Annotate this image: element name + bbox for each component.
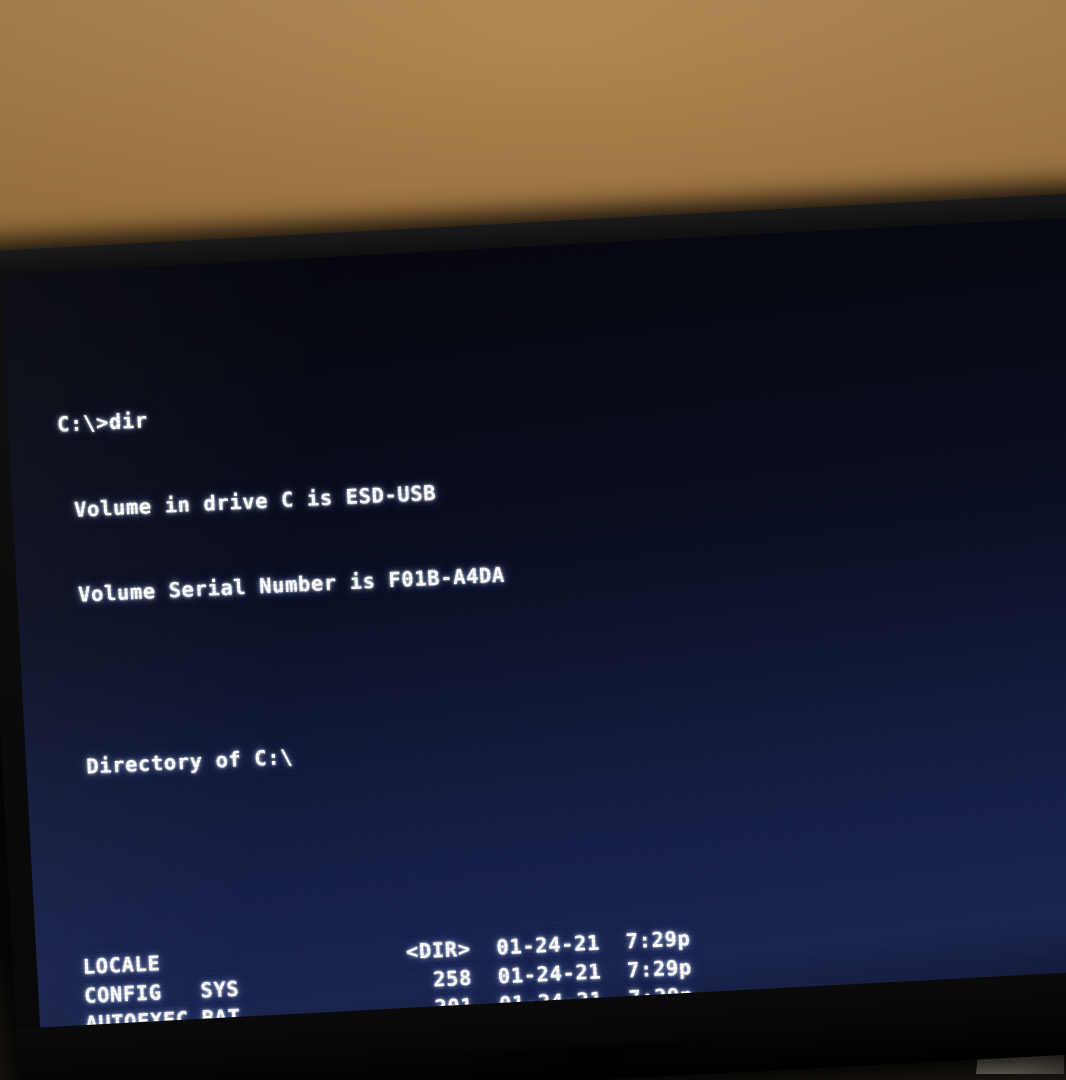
monitor-screen: C:\>dir Volume in drive C is ESD-USB Vol… [0, 217, 1066, 1032]
curved-monitor: C:\>dir Volume in drive C is ESD-USB Vol… [0, 192, 1066, 1080]
dos-console: C:\>dir Volume in drive C is ESD-USB Vol… [52, 277, 1066, 1031]
directory-of: Directory of C:\ [72, 744, 294, 780]
photo-scene: C:\>dir Volume in drive C is ESD-USB Vol… [0, 0, 1066, 1080]
spacer-1 [69, 620, 1066, 696]
spacer-2 [77, 791, 1066, 867]
volume-serial: Volume Serial Number is F01B-A4DA [64, 563, 506, 608]
prompt-dir: C:\>dir [56, 408, 149, 437]
volume-label: Volume in drive C is ESD-USB [60, 480, 437, 523]
